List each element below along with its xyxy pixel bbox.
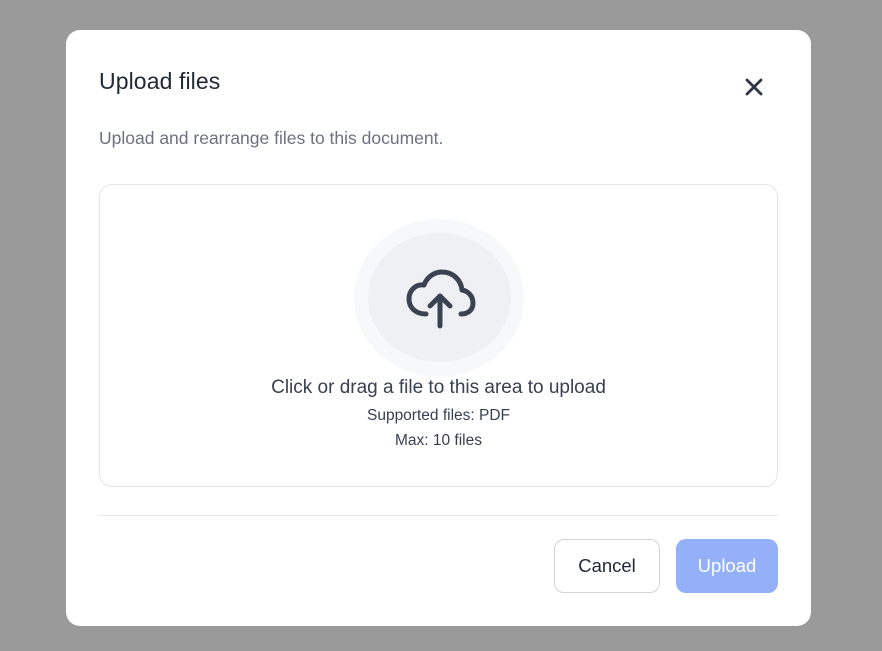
close-icon — [745, 78, 763, 96]
close-button[interactable] — [740, 73, 768, 101]
footer-divider — [99, 515, 778, 516]
supported-files-text: Supported files: PDF — [366, 407, 510, 424]
cloud-upload-icon — [406, 269, 475, 328]
dialog-title: Upload files — [99, 68, 221, 94]
upload-files-dialog: Upload files Upload and rearrange files … — [66, 30, 811, 626]
upload-icon-badge — [368, 233, 511, 362]
upload-button[interactable]: Upload — [676, 539, 778, 593]
dialog-subtitle: Upload and rearrange files to this docum… — [99, 128, 444, 148]
cancel-button[interactable]: Cancel — [554, 539, 660, 593]
dropzone-instructions: Click or drag a file to this area to upl… — [271, 377, 606, 398]
max-files-text: Max: 10 files — [394, 432, 482, 449]
file-dropzone[interactable]: Click or drag a file to this area to upl… — [99, 184, 778, 487]
